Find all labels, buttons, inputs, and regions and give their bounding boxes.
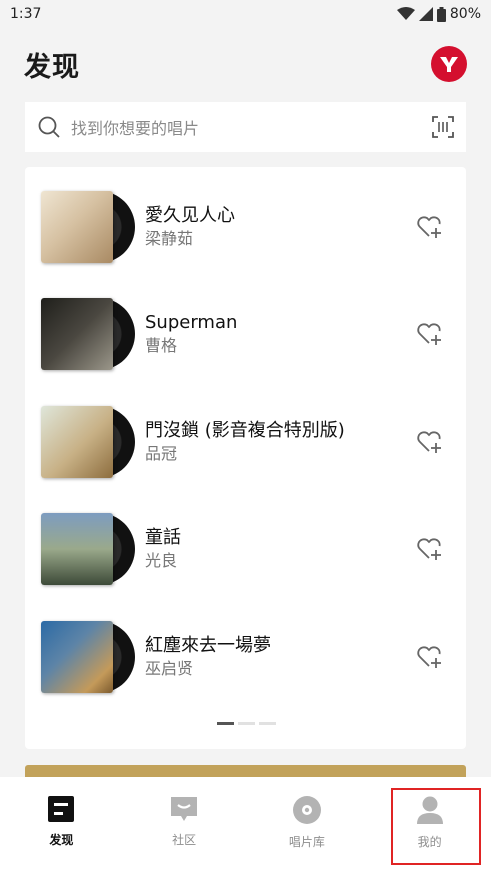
search-icon bbox=[38, 116, 60, 138]
page-title: 发现 bbox=[24, 51, 80, 83]
tab-record-library[interactable]: 唱片库 bbox=[246, 777, 369, 873]
battery-icon bbox=[436, 6, 446, 22]
page-dot[interactable] bbox=[238, 722, 255, 725]
header: 发现 bbox=[0, 40, 491, 88]
discover-icon bbox=[48, 796, 75, 822]
add-favorite-button[interactable] bbox=[410, 314, 450, 354]
list-item[interactable]: Superman 曹格 bbox=[25, 289, 466, 379]
album-artist: 曹格 bbox=[145, 336, 178, 355]
list-item[interactable]: 童話 光良 bbox=[25, 504, 466, 594]
album-art bbox=[41, 406, 113, 478]
album-cover bbox=[41, 619, 137, 695]
album-artist: 巫启贤 bbox=[145, 659, 194, 678]
tab-label: 发现 bbox=[49, 833, 74, 847]
signal-icon bbox=[418, 7, 433, 21]
heart-plus-icon bbox=[417, 646, 441, 668]
add-favorite-button[interactable] bbox=[410, 422, 450, 462]
album-art bbox=[41, 298, 113, 370]
heart-plus-icon bbox=[417, 538, 441, 560]
status-time: 1:37 bbox=[10, 6, 42, 22]
status-bar: 1:37 80% bbox=[0, 0, 491, 28]
list-item[interactable]: 愛久见人心 梁静茹 bbox=[25, 182, 466, 272]
album-title: 門沒鎖 (影音複合特別版) bbox=[145, 420, 345, 441]
add-favorite-button[interactable] bbox=[410, 637, 450, 677]
search-placeholder: 找到你想要的唱片 bbox=[71, 119, 200, 138]
album-cover bbox=[41, 404, 137, 480]
page-dot[interactable] bbox=[217, 722, 234, 725]
search-bar[interactable]: 找到你想要的唱片 bbox=[25, 102, 466, 152]
list-item[interactable]: 紅塵來去一場夢 巫启贤 bbox=[25, 612, 466, 702]
heart-plus-icon bbox=[417, 431, 441, 453]
scan-icon[interactable] bbox=[432, 116, 454, 138]
record-library-icon bbox=[292, 796, 321, 824]
album-title: 愛久见人心 bbox=[145, 205, 235, 226]
tab-discover[interactable]: 发现 bbox=[0, 777, 123, 873]
album-title: Superman bbox=[145, 312, 238, 333]
page-dot[interactable] bbox=[259, 722, 276, 725]
avatar[interactable] bbox=[431, 46, 467, 82]
album-artist: 品冠 bbox=[145, 444, 178, 463]
highlight-box bbox=[391, 788, 481, 865]
brand-logo-icon bbox=[440, 57, 458, 72]
wifi-icon bbox=[396, 7, 415, 20]
tab-label: 唱片库 bbox=[288, 835, 325, 849]
album-cover bbox=[41, 296, 137, 372]
list-item[interactable]: 門沒鎖 (影音複合特別版) 品冠 bbox=[25, 397, 466, 487]
tab-label: 社区 bbox=[172, 833, 197, 847]
status-icons: 80% bbox=[396, 6, 481, 22]
album-cover bbox=[41, 511, 137, 587]
heart-plus-icon bbox=[417, 323, 441, 345]
add-favorite-button[interactable] bbox=[410, 529, 450, 569]
album-card: 愛久见人心 梁静茹 Superman 曹格 門沒鎖 (影音複合特別版) 品冠 童… bbox=[25, 167, 466, 749]
album-title: 童話 bbox=[145, 527, 181, 548]
album-title: 紅塵來去一場夢 bbox=[145, 635, 271, 656]
album-art bbox=[41, 513, 113, 585]
album-art bbox=[41, 621, 113, 693]
album-artist: 梁静茹 bbox=[145, 229, 194, 248]
battery-percent: 80% bbox=[449, 6, 481, 22]
heart-plus-icon bbox=[417, 216, 441, 238]
tab-community[interactable]: 社区 bbox=[123, 777, 246, 873]
page-indicator bbox=[217, 722, 276, 725]
album-art bbox=[41, 191, 113, 263]
album-cover bbox=[41, 189, 137, 265]
add-favorite-button[interactable] bbox=[410, 207, 450, 247]
community-icon bbox=[171, 797, 198, 821]
album-artist: 光良 bbox=[145, 551, 178, 570]
